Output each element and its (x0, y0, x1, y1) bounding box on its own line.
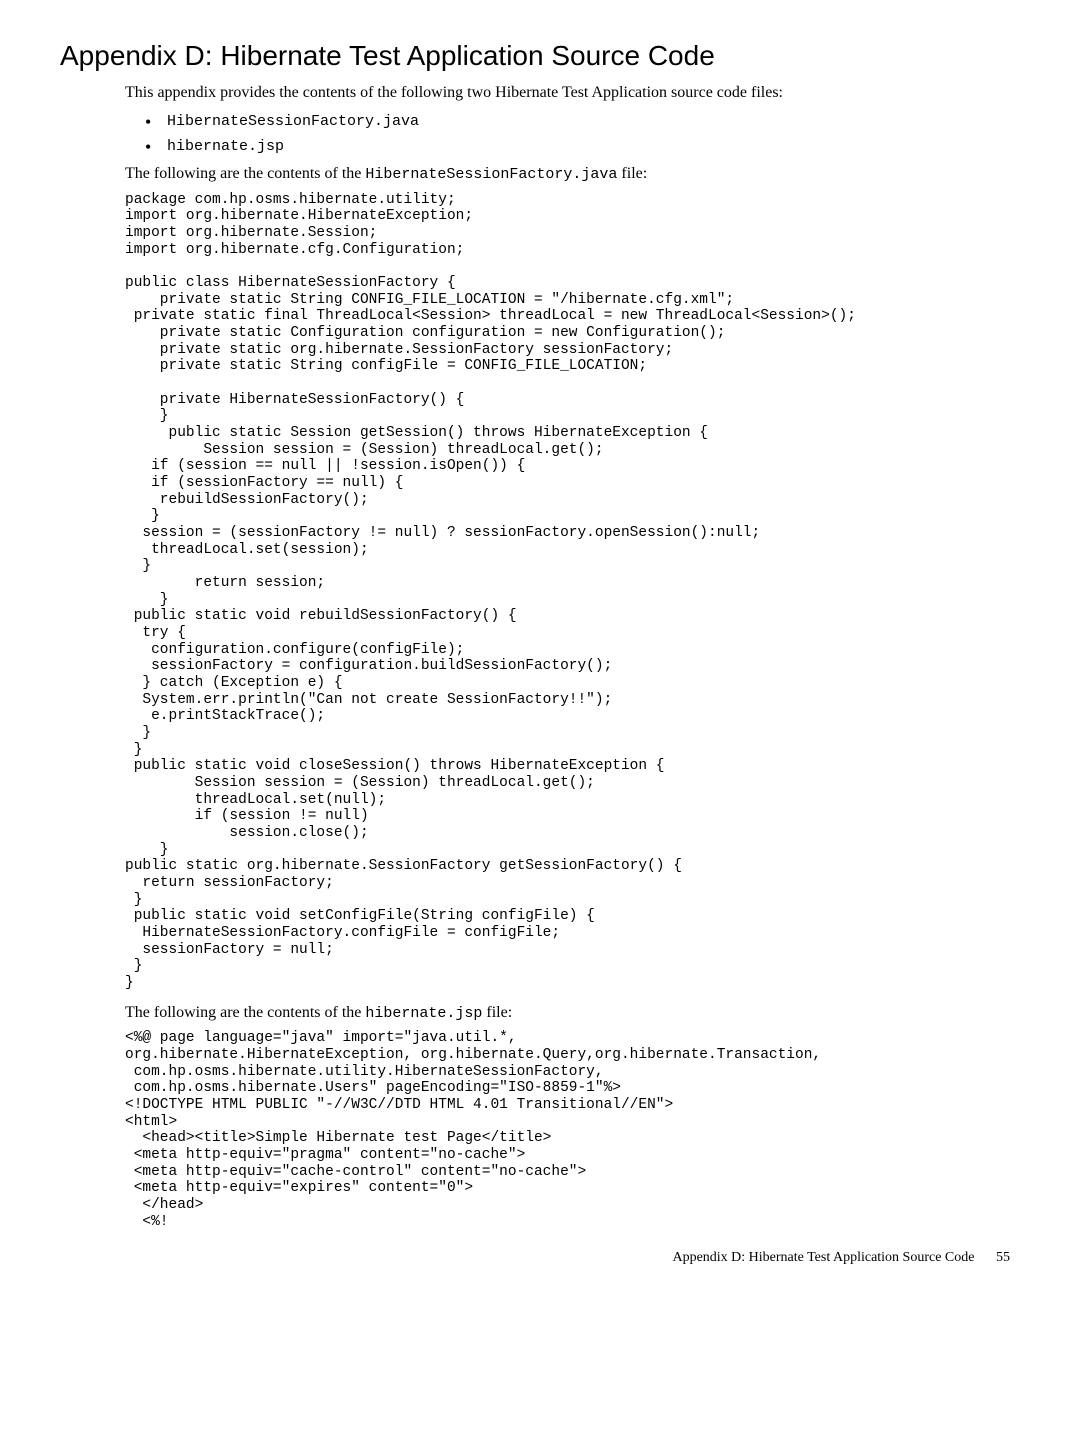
filename: hibernate.jsp (167, 138, 284, 155)
lead1-prefix: The following are the contents of the (125, 165, 365, 182)
file-list: HibernateSessionFactory.java hibernate.j… (125, 110, 1020, 157)
intro-section: This appendix provides the contents of t… (125, 82, 1020, 186)
lead-section-2: The following are the contents of the hi… (125, 1002, 1020, 1024)
footer-page-number: 55 (996, 1250, 1010, 1265)
intro-paragraph: This appendix provides the contents of t… (125, 82, 1020, 104)
list-item: HibernateSessionFactory.java (145, 110, 1020, 132)
page-footer: Appendix D: Hibernate Test Application S… (60, 1250, 1010, 1266)
code-block-jsp: <%@ page language="java" import="java.ut… (125, 1030, 1020, 1230)
footer-label: Appendix D: Hibernate Test Application S… (672, 1250, 974, 1265)
lead1-filename: HibernateSessionFactory.java (365, 166, 617, 183)
filename: HibernateSessionFactory.java (167, 113, 419, 130)
code-block-java: package com.hp.osms.hibernate.utility; i… (125, 192, 1020, 992)
page-title: Appendix D: Hibernate Test Application S… (60, 40, 1020, 72)
list-item: hibernate.jsp (145, 135, 1020, 157)
lead-sentence-1: The following are the contents of the Hi… (125, 163, 1020, 185)
lead-sentence-2: The following are the contents of the hi… (125, 1002, 1020, 1024)
lead2-filename: hibernate.jsp (365, 1005, 482, 1022)
lead1-suffix: file: (617, 165, 647, 182)
lead2-prefix: The following are the contents of the (125, 1004, 365, 1021)
lead2-suffix: file: (482, 1004, 512, 1021)
